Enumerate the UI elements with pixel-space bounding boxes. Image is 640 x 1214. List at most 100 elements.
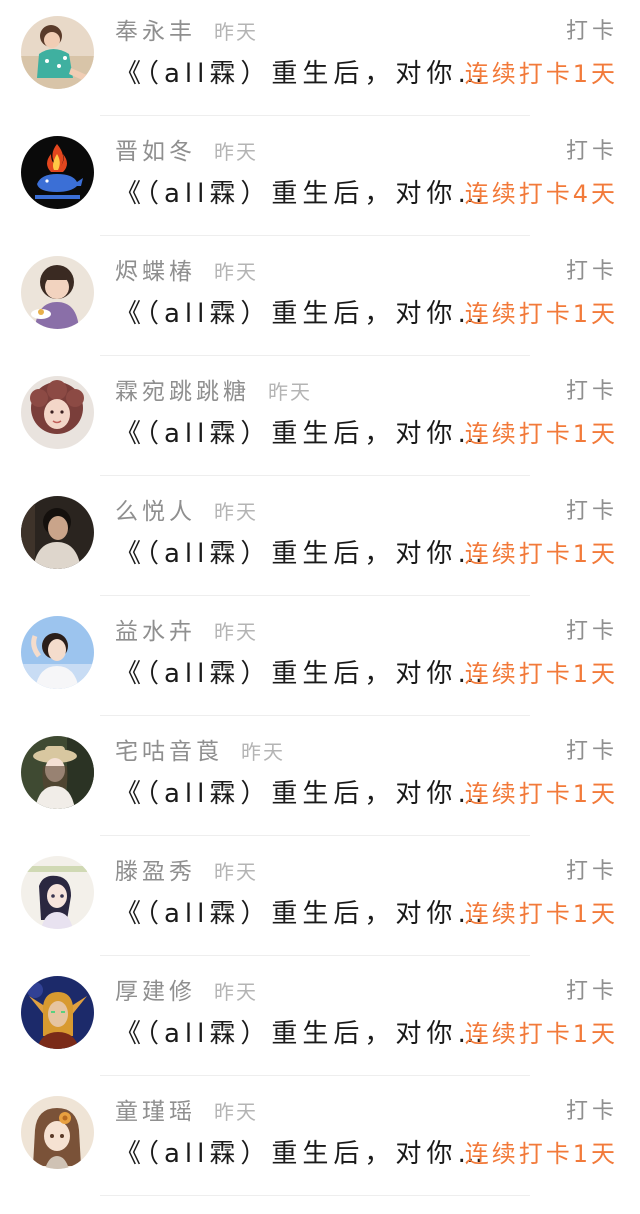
- avatar-anime-flower-icon: [21, 1096, 94, 1169]
- checkin-label: 打卡: [565, 139, 618, 164]
- streak-count: 连续打卡4天: [464, 180, 618, 208]
- post-time: 昨天: [214, 260, 258, 284]
- avatar[interactable]: [21, 256, 94, 329]
- avatar[interactable]: [21, 976, 94, 1049]
- list-item[interactable]: 宅咕音莨 昨天 打卡 《（all霖）重生后，对你… 连续打卡1天: [0, 720, 640, 840]
- post-time: 昨天: [214, 860, 258, 884]
- divider: [100, 475, 530, 476]
- checkin-label: 打卡: [565, 859, 618, 884]
- streak-count: 连续打卡1天: [464, 540, 618, 568]
- user-name[interactable]: 么悦人 昨天: [115, 496, 258, 528]
- divider: [100, 1075, 530, 1076]
- post-time: 昨天: [214, 1100, 258, 1124]
- book-title[interactable]: 《（all霖）重生后，对你…: [115, 296, 488, 332]
- avatar[interactable]: [21, 856, 94, 929]
- list-item[interactable]: 童瑾瑶 昨天 打卡 《（all霖）重生后，对你… 连续打卡1天: [0, 1080, 640, 1200]
- avatar-hat-girl-icon: [21, 736, 94, 809]
- avatar-blue-sky-icon: [21, 616, 94, 689]
- book-title[interactable]: 《（all霖）重生后，对你…: [115, 776, 488, 812]
- user-name[interactable]: 奉永丰 昨天: [115, 16, 258, 48]
- book-title[interactable]: 《（all霖）重生后，对你…: [115, 176, 488, 212]
- divider: [100, 355, 530, 356]
- list-item[interactable]: 益水卉 昨天 打卡 《（all霖）重生后，对你… 连续打卡1天: [0, 600, 640, 720]
- streak-count: 连续打卡1天: [464, 300, 618, 328]
- list-item[interactable]: 厚建修 昨天 打卡 《（all霖）重生后，对你… 连续打卡1天: [0, 960, 640, 1080]
- avatar[interactable]: [21, 616, 94, 689]
- checkin-label: 打卡: [565, 499, 618, 524]
- book-title[interactable]: 《（all霖）重生后，对你…: [115, 1016, 488, 1052]
- avatar-boy-eating-icon: [21, 256, 94, 329]
- avatar[interactable]: [21, 376, 94, 449]
- post-time: 昨天: [214, 20, 258, 44]
- user-name[interactable]: 霖宛跳跳糖 昨天: [115, 376, 312, 408]
- user-name[interactable]: 厚建修 昨天: [115, 976, 258, 1008]
- streak-count: 连续打卡1天: [464, 660, 618, 688]
- user-name-text[interactable]: 么悦人: [115, 499, 196, 525]
- streak-count: 连续打卡1天: [464, 420, 618, 448]
- streak-count: 连续打卡1天: [464, 900, 618, 928]
- streak-count: 连续打卡1天: [464, 1140, 618, 1168]
- post-time: 昨天: [268, 380, 312, 404]
- avatar[interactable]: [21, 496, 94, 569]
- divider: [100, 835, 530, 836]
- checkin-label: 打卡: [565, 1099, 618, 1124]
- checkin-label: 打卡: [565, 619, 618, 644]
- user-name-text[interactable]: 童瑾瑶: [115, 1099, 196, 1125]
- user-name-text[interactable]: 霖宛跳跳糖: [115, 379, 250, 405]
- user-name-text[interactable]: 厚建修: [115, 979, 196, 1005]
- list-item[interactable]: 么悦人 昨天 打卡 《（all霖）重生后，对你… 连续打卡1天: [0, 480, 640, 600]
- divider: [100, 595, 530, 596]
- avatar[interactable]: [21, 1096, 94, 1169]
- user-name-text[interactable]: 奉永丰: [115, 19, 196, 45]
- checkin-list: 奉永丰 昨天 打卡 《（all霖）重生后，对你… 连续打卡1天 晋如冬 昨天 打卡 …: [0, 0, 640, 1200]
- avatar-fantasy-elf-icon: [21, 976, 94, 1049]
- list-item[interactable]: 奉永丰 昨天 打卡 《（all霖）重生后，对你… 连续打卡1天: [0, 0, 640, 120]
- user-name[interactable]: 滕盈秀 昨天: [115, 856, 258, 888]
- streak-count: 连续打卡1天: [464, 780, 618, 808]
- checkin-label: 打卡: [565, 979, 618, 1004]
- user-name-text[interactable]: 烬蝶椿: [115, 259, 196, 285]
- post-time: 昨天: [214, 620, 258, 644]
- list-item[interactable]: 烬蝶椿 昨天 打卡 《（all霖）重生后，对你… 连续打卡1天: [0, 240, 640, 360]
- user-name[interactable]: 烬蝶椿 昨天: [115, 256, 258, 288]
- avatar[interactable]: [21, 136, 94, 209]
- avatar-girl-sitting-icon: [21, 16, 94, 89]
- avatar-dark-portrait-icon: [21, 496, 94, 569]
- post-time: 昨天: [214, 980, 258, 1004]
- book-title[interactable]: 《（all霖）重生后，对你…: [115, 536, 488, 572]
- book-title[interactable]: 《（all霖）重生后，对你…: [115, 416, 488, 452]
- user-name[interactable]: 宅咕音莨 昨天: [115, 736, 285, 768]
- user-name-text[interactable]: 滕盈秀: [115, 859, 196, 885]
- avatar[interactable]: [21, 16, 94, 89]
- checkin-label: 打卡: [565, 739, 618, 764]
- streak-count: 连续打卡1天: [464, 60, 618, 88]
- avatar-anime-girl-icon: [21, 856, 94, 929]
- divider: [100, 115, 530, 116]
- user-name-text[interactable]: 晋如冬: [115, 139, 196, 165]
- checkin-label: 打卡: [565, 379, 618, 404]
- post-time: 昨天: [214, 140, 258, 164]
- user-name-text[interactable]: 宅咕音莨: [115, 739, 223, 765]
- post-time: 昨天: [241, 740, 285, 764]
- avatar[interactable]: [21, 736, 94, 809]
- book-title[interactable]: 《（all霖）重生后，对你…: [115, 1136, 488, 1172]
- list-item[interactable]: 晋如冬 昨天 打卡 《（all霖）重生后，对你… 连续打卡4天: [0, 120, 640, 240]
- book-title[interactable]: 《（all霖）重生后，对你…: [115, 896, 488, 932]
- avatar-fire-whale-icon: [21, 136, 94, 209]
- user-name[interactable]: 晋如冬 昨天: [115, 136, 258, 168]
- avatar-curly-hair-icon: [21, 376, 94, 449]
- list-item[interactable]: 滕盈秀 昨天 打卡 《（all霖）重生后，对你… 连续打卡1天: [0, 840, 640, 960]
- list-item[interactable]: 霖宛跳跳糖 昨天 打卡 《（all霖）重生后，对你… 连续打卡1天: [0, 360, 640, 480]
- checkin-label: 打卡: [565, 259, 618, 284]
- checkin-label: 打卡: [565, 19, 618, 44]
- divider: [100, 955, 530, 956]
- post-time: 昨天: [214, 500, 258, 524]
- divider: [100, 235, 530, 236]
- user-name[interactable]: 益水卉 昨天: [115, 616, 258, 648]
- divider: [100, 715, 530, 716]
- user-name-text[interactable]: 益水卉: [115, 619, 196, 645]
- streak-count: 连续打卡1天: [464, 1020, 618, 1048]
- user-name[interactable]: 童瑾瑶 昨天: [115, 1096, 258, 1128]
- book-title[interactable]: 《（all霖）重生后，对你…: [115, 56, 488, 92]
- book-title[interactable]: 《（all霖）重生后，对你…: [115, 656, 488, 692]
